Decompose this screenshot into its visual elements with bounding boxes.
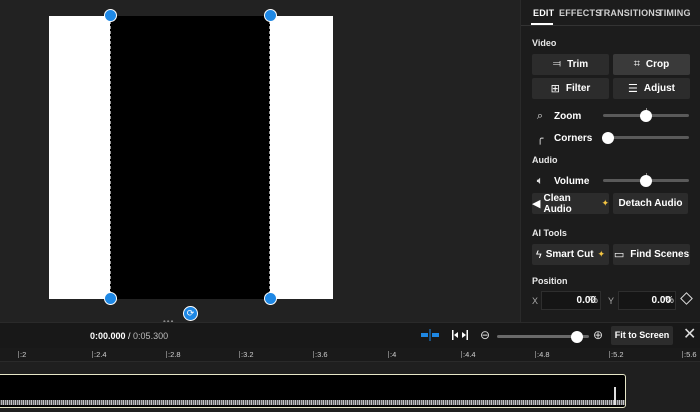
crop-button-label: Crop — [645, 59, 670, 70]
panel-tabs: EDIT EFFECTS TRANSITIONS TIMING — [521, 0, 700, 26]
section-video-heading: Video — [532, 38, 557, 48]
ruler-tick: :3.2 — [239, 350, 254, 359]
ruler-tick: :2 — [17, 350, 27, 359]
zoom-slider-knob[interactable] — [640, 109, 652, 122]
clean-audio-button[interactable]: ◀ Clean Audio ✦ — [532, 192, 609, 215]
find-scenes-label: Find Scenes — [630, 249, 690, 260]
ruler-tick: :3.6 — [313, 350, 328, 359]
zoom-in-icon[interactable]: ⊕ — [593, 328, 603, 342]
volume-label: Volume — [554, 176, 590, 187]
total-time: 0:05.300 — [133, 331, 169, 341]
detach-audio-label: Detach Audio — [618, 198, 683, 209]
detach-audio-button[interactable]: Detach Audio — [613, 193, 688, 214]
trim-icon: ⫤ — [552, 58, 562, 70]
position-y-unit: % — [665, 295, 674, 306]
zoom-magnifier-icon: ⌕ — [536, 110, 544, 122]
corners-slider-knob[interactable] — [602, 131, 614, 144]
section-audio-heading: Audio — [532, 155, 558, 165]
smart-cut-button[interactable]: ϟ Smart Cut ✦ — [532, 244, 609, 265]
zoom-row: ⌕ Zoom — [534, 110, 581, 123]
trim-button-label: Trim — [567, 59, 589, 70]
clean-audio-label: Clean Audio — [543, 192, 572, 215]
adjust-button-label: Adjust — [643, 83, 675, 94]
resize-handle-top-left[interactable] — [104, 9, 117, 22]
corners-row: ╭ Corners — [534, 132, 593, 145]
crop-edge-right — [269, 16, 270, 299]
current-time: 0:00.000 — [90, 331, 126, 341]
video-canvas[interactable]: ⟳ ••• — [0, 0, 520, 326]
ruler-tick: :5.2 — [609, 350, 624, 359]
find-scenes-button[interactable]: ▭ Find Scenes — [613, 244, 690, 265]
resize-handle-top-right[interactable] — [264, 9, 277, 22]
corners-label: Corners — [554, 133, 593, 144]
filter-button-label: Filter — [565, 83, 591, 94]
crop-edge-left — [110, 16, 111, 299]
volume-slider[interactable] — [603, 173, 689, 187]
trim-button[interactable]: ⫤ Trim — [532, 54, 609, 75]
fit-to-screen-button[interactable]: Fit to Screen — [611, 326, 673, 345]
resize-handle-bottom-left[interactable] — [104, 292, 117, 305]
close-timeline-icon[interactable]: ✕ — [683, 326, 696, 344]
corners-icon: ╭ — [536, 133, 544, 145]
timeline-zoom-knob[interactable] — [571, 330, 583, 343]
filter-button[interactable]: ⊞ Filter — [532, 78, 609, 99]
zoom-slider[interactable] — [603, 108, 689, 122]
video-layer[interactable] — [110, 16, 270, 299]
speaker-waves-icon: ◀ — [532, 198, 541, 210]
ruler-tick: :5.6 — [682, 350, 697, 359]
tab-transitions[interactable]: TRANSITIONS — [598, 8, 661, 18]
time-separator: / — [125, 331, 134, 341]
zoom-out-icon[interactable]: ⊖ — [480, 328, 490, 342]
ruler-tick: :4 — [387, 350, 397, 359]
waveform-peak — [614, 387, 616, 405]
smart-cut-label: Smart Cut — [545, 249, 594, 260]
resize-handle-bottom-right[interactable] — [264, 292, 277, 305]
adjust-button[interactable]: ☰ Adjust — [613, 78, 690, 99]
video-clip[interactable] — [0, 374, 626, 408]
position-y-label: Y — [608, 296, 615, 306]
ruler-tick: :2.4 — [92, 350, 107, 359]
scenes-icon: ▭ — [613, 249, 625, 261]
position-x-label: X — [532, 296, 539, 306]
audio-waveform — [0, 400, 625, 405]
filter-icon: ⊞ — [550, 83, 560, 95]
time-display: 0:00.000 / 0:05.300 — [90, 331, 168, 341]
tab-effects[interactable]: EFFECTS — [559, 8, 601, 18]
crop-button[interactable]: ⌗ Crop — [613, 54, 690, 75]
ruler-tick: :2.8 — [166, 350, 181, 359]
rotate-handle-icon[interactable]: ⟳ — [183, 306, 198, 321]
ruler-tick: :4.4 — [461, 350, 476, 359]
tab-edit[interactable]: EDIT — [533, 8, 554, 18]
speaker-icon: 🔈︎ — [536, 175, 544, 187]
trim-to-fit-icon[interactable] — [451, 329, 469, 341]
ruler-tick: :4.8 — [535, 350, 550, 359]
ai-sparkle-icon: ✦ — [601, 198, 609, 208]
timeline-zoom-slider[interactable] — [497, 330, 589, 343]
volume-slider-knob[interactable] — [640, 174, 652, 187]
split-icon[interactable] — [421, 329, 439, 341]
zoom-label: Zoom — [554, 111, 582, 122]
adjust-icon: ☰ — [628, 83, 638, 95]
ai-sparkle-icon: ✦ — [597, 249, 606, 259]
crop-icon: ⌗ — [633, 58, 640, 70]
volume-row: 🔈︎ Volume — [534, 175, 590, 188]
position-x-unit: % — [589, 295, 598, 306]
section-position-heading: Position — [532, 276, 568, 286]
active-tab-indicator — [531, 23, 553, 25]
section-ai-tools-heading: AI Tools — [532, 228, 567, 238]
lightning-icon: ϟ — [535, 248, 542, 261]
tab-timing[interactable]: TIMING — [658, 8, 691, 18]
corners-slider[interactable] — [602, 131, 689, 144]
